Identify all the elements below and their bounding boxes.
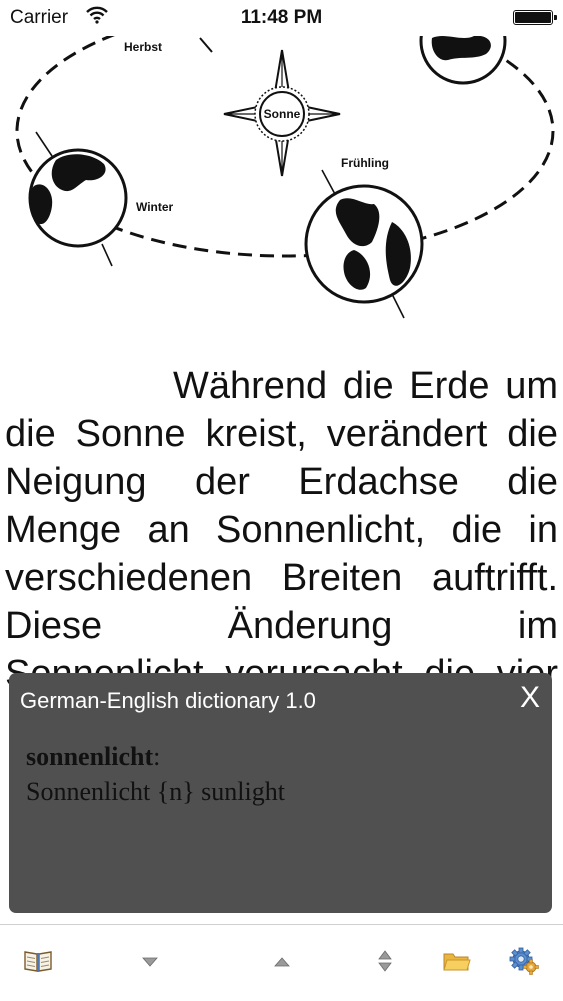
article-word: Sonnenlicht, bbox=[216, 509, 426, 551]
popup-close-button[interactable]: X bbox=[518, 681, 542, 715]
article-word: Neigung bbox=[5, 461, 147, 503]
expand-icon bbox=[378, 949, 392, 977]
settings-button[interactable] bbox=[494, 925, 554, 1001]
article-word: der bbox=[194, 461, 250, 503]
label-autumn: Herbst bbox=[124, 40, 162, 54]
article-word: die bbox=[342, 365, 394, 407]
article-word: in bbox=[528, 509, 558, 551]
arrow-down-icon bbox=[142, 954, 158, 972]
status-bar: Carrier 11:48 PM bbox=[0, 0, 563, 36]
article-word: Breiten bbox=[281, 557, 403, 599]
bottom-toolbar bbox=[0, 924, 563, 1001]
article-word: kreist, bbox=[205, 413, 307, 455]
article-line: Menge an Sonnenlicht, die in bbox=[5, 506, 558, 554]
earth-spring-icon: Frühling bbox=[304, 156, 424, 319]
article-text: Während die Erde um die Sonne kreist, ve… bbox=[5, 362, 558, 698]
orbit-illustration: Herbst Sonne Winter Frühling bbox=[0, 0, 563, 326]
article-word: Erde bbox=[409, 365, 490, 407]
article-line: Diese Änderung im bbox=[5, 602, 558, 650]
article-word: die bbox=[451, 509, 503, 551]
article-word: auftrifft. bbox=[431, 557, 559, 599]
label-spring: Frühling bbox=[341, 156, 389, 170]
article-word: die bbox=[5, 413, 56, 455]
entry-separator: : bbox=[153, 742, 161, 771]
scroll-up-button[interactable] bbox=[252, 925, 312, 1001]
article-word: die bbox=[507, 413, 558, 455]
article-word: um bbox=[505, 365, 559, 407]
battery-icon bbox=[513, 10, 557, 25]
article-line: die Sonne kreist, verändert die bbox=[5, 410, 558, 458]
article-word: verschiedenen bbox=[5, 557, 253, 599]
article-word: Erdachse bbox=[298, 461, 459, 503]
article-word: die bbox=[507, 461, 559, 503]
dictionary-entry: sonnenlicht: Sonnenlicht {n} sunlight bbox=[26, 739, 285, 809]
expand-button[interactable] bbox=[355, 925, 415, 1001]
popup-title: German-English dictionary 1.0 bbox=[20, 688, 316, 713]
dictionary-popup: German-English dictionary 1.0 X sonnenli… bbox=[9, 673, 552, 913]
entry-definition: Sonnenlicht {n} sunlight bbox=[26, 777, 285, 806]
article-line: Während die Erde um bbox=[5, 362, 558, 410]
article-word: Diese bbox=[5, 605, 103, 647]
article-word: im bbox=[517, 605, 559, 647]
article-word: Menge bbox=[5, 509, 122, 551]
label-sun: Sonne bbox=[264, 107, 301, 121]
folder-icon bbox=[443, 950, 471, 977]
article-word: verändert bbox=[326, 413, 488, 455]
entry-headword: sonnenlicht bbox=[26, 742, 154, 771]
earth-autumn-icon bbox=[419, 0, 521, 85]
label-winter: Winter bbox=[136, 200, 174, 214]
article-word: Sonne bbox=[75, 413, 186, 455]
article-line: verschiedenen Breiten auftrifft. bbox=[5, 554, 558, 602]
book-button[interactable] bbox=[8, 925, 68, 1001]
article-word: Während bbox=[173, 365, 328, 407]
earth-winter-icon: Winter bbox=[28, 131, 174, 267]
entry-headword-line: sonnenlicht: bbox=[26, 739, 285, 774]
open-folder-button[interactable] bbox=[427, 925, 487, 1001]
arrow-up-icon bbox=[274, 954, 290, 972]
article-line: Neigung der Erdachse die bbox=[5, 458, 558, 506]
article-word: an bbox=[147, 509, 190, 551]
settings-gear-icon bbox=[509, 947, 539, 980]
clock: 11:48 PM bbox=[240, 7, 323, 28]
sun-icon: Sonne bbox=[223, 49, 341, 177]
article-word: Änderung bbox=[227, 605, 393, 647]
book-icon bbox=[23, 949, 53, 978]
scroll-down-button[interactable] bbox=[120, 925, 180, 1001]
